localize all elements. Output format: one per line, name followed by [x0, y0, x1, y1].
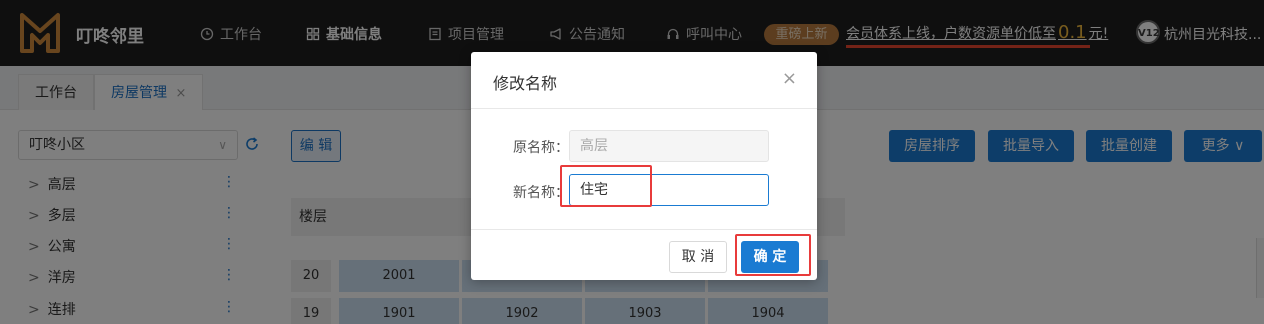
divider: [471, 108, 817, 109]
input-highlight-annotation: [560, 165, 652, 207]
rename-dialog: 修改名称 × 原名称： 高层 新名称： 住宅 取 消 确 定: [471, 52, 817, 280]
dialog-title: 修改名称: [493, 74, 558, 93]
confirm-highlight-annotation: [735, 234, 811, 276]
divider: [471, 229, 817, 230]
close-icon[interactable]: ×: [782, 68, 797, 89]
original-name-field: 高层: [569, 130, 769, 162]
original-name-label: 原名称：: [513, 140, 569, 156]
cancel-button[interactable]: 取 消: [669, 241, 727, 273]
